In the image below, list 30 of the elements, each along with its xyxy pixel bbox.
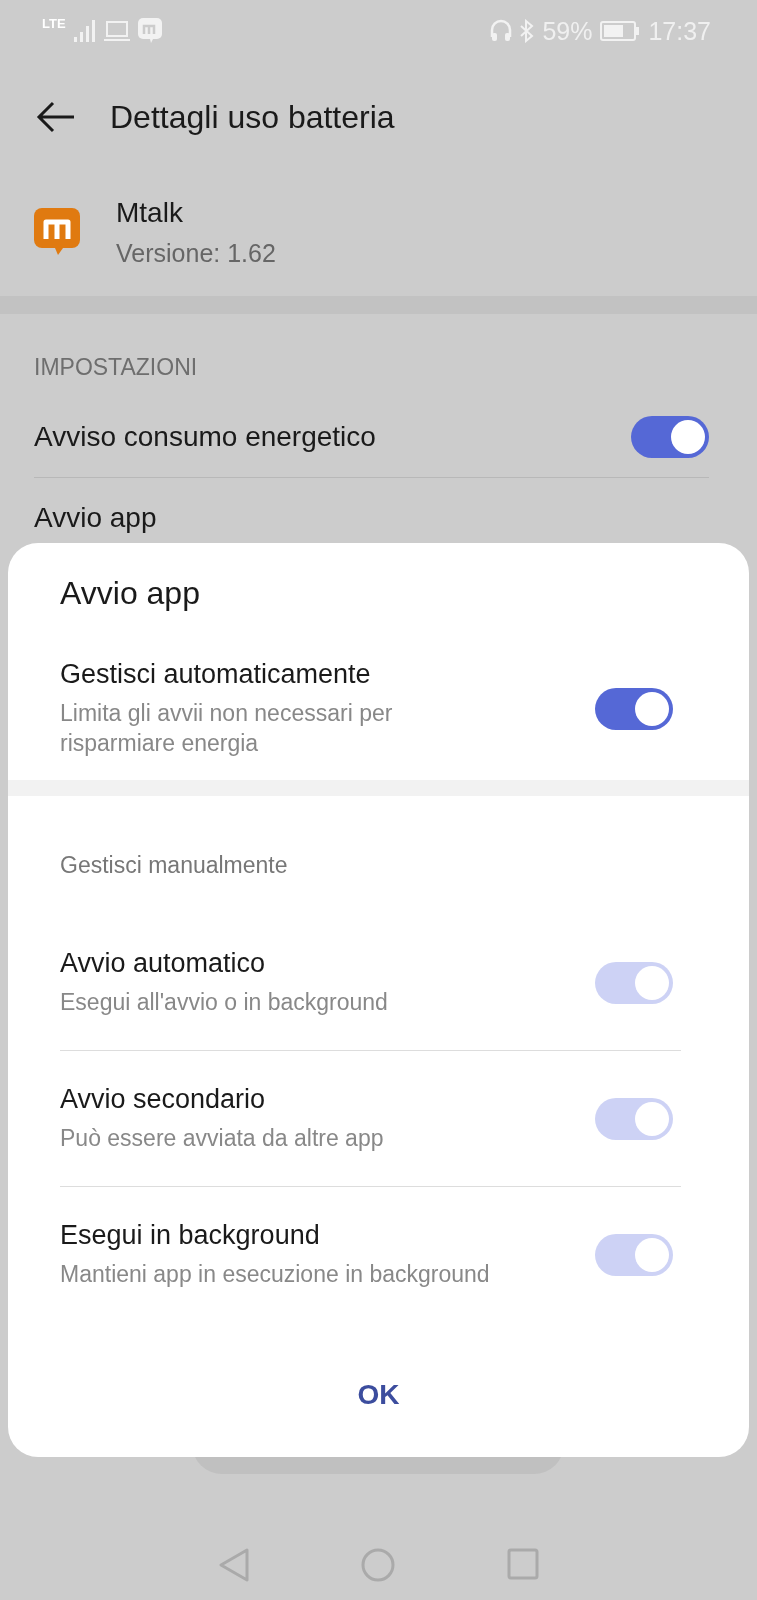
back-icon[interactable] [218, 1548, 249, 1582]
option-label: Esegui in background [60, 1220, 321, 1251]
app-icon [34, 208, 80, 256]
signal-icon [73, 19, 96, 43]
dialog-title: Avvio app [59, 574, 201, 613]
home-icon[interactable] [360, 1548, 395, 1582]
battery-icon [600, 20, 641, 42]
ok-button[interactable]: OK [337, 1369, 420, 1421]
setting-label[interactable]: Avvio app [34, 502, 709, 534]
toggle-switch[interactable] [595, 687, 673, 730]
headphones-icon [490, 19, 513, 43]
bluetooth-icon [520, 19, 535, 43]
option-description: Può essere avviata da altre app [60, 1124, 385, 1153]
recents-icon[interactable] [506, 1548, 539, 1580]
app-version: Versione: 1.62 [116, 238, 276, 268]
section-heading: Gestisci manualmente [59, 851, 289, 880]
option-label: Avvio secondario [60, 1084, 267, 1115]
option-description: Mantieni app in esecuzione in background [60, 1260, 491, 1289]
page-title: Dettagli uso batteria [110, 98, 395, 136]
option-description: Limita gli avvii non necessari per risparmiare energia [60, 699, 394, 758]
laptop-icon [103, 20, 130, 42]
option-description: Esegui all'avvio o in background [60, 988, 389, 1017]
section-heading: IMPOSTAZIONI [33, 353, 199, 382]
app-name: Mtalk [116, 196, 184, 229]
option-label: Avvio automatico [60, 948, 267, 979]
option-label: Gestisci automaticamente [60, 659, 372, 690]
chat-app-icon [137, 18, 162, 44]
setting-label[interactable]: Avviso consumo energetico [34, 421, 631, 453]
back-arrow-icon[interactable] [36, 101, 76, 133]
toggle-switch[interactable] [631, 416, 709, 458]
